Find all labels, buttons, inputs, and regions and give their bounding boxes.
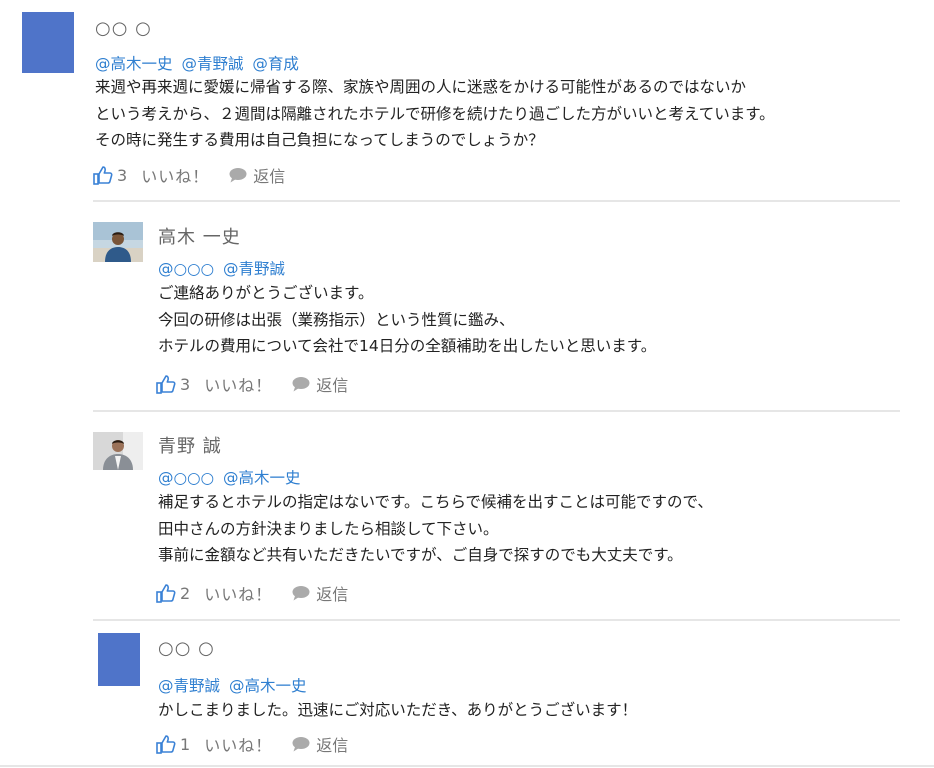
avatar[interactable]	[93, 222, 143, 262]
reply-label: 返信	[316, 736, 349, 755]
reply-button[interactable]: 返信	[292, 581, 348, 605]
comment-body: かしこまりました。迅速にご対応いただき、ありがとうございます！	[158, 697, 637, 724]
comment-line: 事前に金額など共有いただきたいですが、ご自身で探すのでも大丈夫です。	[158, 546, 683, 564]
comment-actions: 3 いいね！ 返信	[156, 372, 348, 396]
speech-bubble-icon	[229, 168, 247, 183]
like-count: 2	[180, 583, 191, 603]
comment-divider	[0, 765, 934, 767]
reply-button[interactable]: 返信	[292, 372, 348, 396]
thumbs-up-icon	[156, 375, 176, 394]
comment-line: ホテルの費用について会社で14日分の全額補助を出したいと思います。	[158, 337, 657, 355]
mention-link[interactable]: @高木一史	[95, 55, 173, 73]
mention-link[interactable]: @○○○	[158, 469, 214, 487]
speech-bubble-icon	[292, 737, 310, 752]
like-label: いいね！	[204, 736, 273, 755]
mention-link[interactable]: @○○○	[158, 260, 214, 278]
avatar[interactable]	[93, 432, 143, 470]
like-button[interactable]: 3 いいね！	[93, 163, 229, 187]
comment-divider	[93, 410, 900, 412]
comment-actions: 2 いいね！ 返信	[156, 581, 348, 605]
thumbs-up-icon	[156, 584, 176, 603]
mention-link[interactable]: @高木一史	[223, 469, 301, 487]
comment-thread: ○○ ○ @高木一史 @青野誠 @育成 来週や再来週に愛媛に帰省する際、家族や周…	[0, 0, 934, 768]
comment-actions: 1 いいね！ 返信	[156, 732, 348, 756]
like-count: 3	[117, 165, 128, 185]
mention-link[interactable]: @青野誠	[158, 677, 220, 695]
comment-body: 来週や再来週に愛媛に帰省する際、家族や周囲の人に迷惑をかける可能性があるのではな…	[95, 74, 775, 154]
mention-link[interactable]: @育成	[252, 55, 299, 73]
thumbs-up-icon	[93, 166, 113, 185]
mention-link[interactable]: @青野誠	[181, 55, 243, 73]
comment-line: 補足するとホテルの指定はないです。こちらで候補を出すことは可能ですので、	[158, 493, 713, 511]
comment-line: かしこまりました。迅速にご対応いただき、ありがとうございます！	[158, 701, 638, 719]
reply-label: 返信	[316, 585, 349, 604]
comment-line: その時に発生する費用は自己負担になってしまうのでしょうか？	[95, 131, 544, 149]
comment-line: 田中さんの方針決まりましたら相談して下さい。	[158, 519, 499, 538]
mentions: @高木一史 @青野誠 @育成	[95, 52, 303, 74]
comment-line: 来週や再来週に愛媛に帰省する際、家族や周囲の人に迷惑をかける可能性があるのではな…	[95, 78, 747, 96]
comment-body: 補足するとホテルの指定はないです。こちらで候補を出すことは可能ですので、 田中さ…	[158, 489, 713, 569]
author-name[interactable]: 高木 一史	[158, 223, 241, 249]
like-label: いいね！	[204, 376, 273, 395]
reply-button[interactable]: 返信	[229, 163, 285, 187]
profile-photo	[93, 222, 143, 262]
comment-actions: 3 いいね！ 返信	[93, 163, 285, 187]
like-count: 1	[180, 734, 191, 754]
author-name[interactable]: 青野 誠	[158, 432, 222, 458]
mentions: @青野誠 @高木一史	[158, 674, 310, 696]
like-label: いいね！	[204, 585, 273, 604]
like-button[interactable]: 3 いいね！	[156, 372, 292, 396]
avatar[interactable]	[22, 12, 74, 73]
comment-line: ご連絡ありがとうございます。	[158, 284, 374, 302]
comment-body: ご連絡ありがとうございます。 今回の研修は出張（業務指示）という性質に鑑み、 ホ…	[158, 280, 656, 360]
comment-divider	[93, 619, 900, 621]
like-label: いいね！	[141, 167, 210, 186]
like-button[interactable]: 2 いいね！	[156, 581, 292, 605]
author-name[interactable]: ○○ ○	[95, 18, 152, 39]
author-name[interactable]: ○○ ○	[158, 638, 215, 659]
reply-label: 返信	[316, 376, 349, 395]
mentions: @○○○ @高木一史	[158, 466, 305, 488]
speech-bubble-icon	[292, 586, 310, 601]
avatar[interactable]	[98, 633, 140, 686]
thumbs-up-icon	[156, 735, 176, 754]
speech-bubble-icon	[292, 377, 310, 392]
like-count: 3	[180, 374, 191, 394]
profile-photo	[93, 432, 143, 470]
reply-button[interactable]: 返信	[292, 732, 348, 756]
mentions: @○○○ @青野誠	[158, 257, 289, 279]
mention-link[interactable]: @高木一史	[229, 677, 307, 695]
comment-line: という考えから、２週間は隔離されたホテルで研修を続けたり過ごした方がいいと考えて…	[95, 104, 775, 123]
comment-divider	[93, 200, 900, 202]
reply-label: 返信	[253, 167, 286, 186]
mention-link[interactable]: @青野誠	[223, 260, 285, 278]
comment-line: 今回の研修は出張（業務指示）という性質に鑑み、	[158, 310, 515, 329]
like-button[interactable]: 1 いいね！	[156, 732, 292, 756]
